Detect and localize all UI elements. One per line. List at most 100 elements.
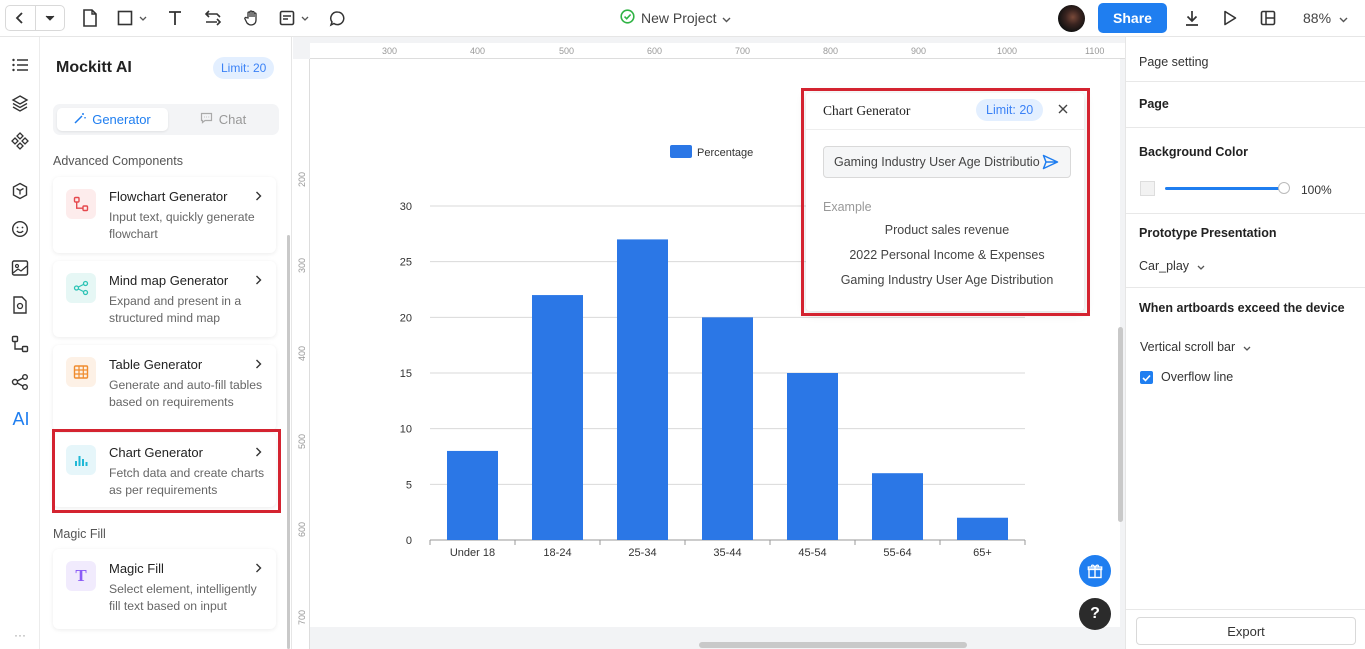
flowchart-icon (66, 189, 96, 219)
vertical-ruler: 200 300 400 500 600 700 (293, 59, 310, 649)
hand-tool-icon[interactable] (242, 8, 262, 28)
overflow-line-checkbox[interactable] (1140, 371, 1153, 384)
divider (1126, 127, 1365, 128)
components-icon[interactable] (10, 131, 30, 151)
section-magic-fill: Magic Fill (53, 527, 106, 541)
ruler-label: 900 (911, 46, 927, 56)
chevron-down-icon (722, 10, 731, 26)
ruler-label: 700 (297, 609, 307, 625)
ruler-label: 1000 (997, 46, 1018, 56)
ruler-label: 400 (297, 345, 307, 361)
card-chart-generator[interactable]: Chart Generator Fetch data and create ch… (53, 433, 276, 507)
divider (1126, 81, 1365, 82)
card-title: Mind map Generator (109, 273, 229, 288)
card-description: Input text, quickly generate flowchart (109, 210, 255, 241)
send-icon[interactable] (1042, 154, 1059, 173)
canvas-vertical-scrollbar[interactable] (1118, 327, 1123, 522)
ai-panel-scrollbar[interactable] (287, 235, 290, 649)
flow-icon[interactable] (10, 334, 30, 354)
shape-dropdown-icon[interactable] (136, 8, 150, 28)
limit-badge: Limit: 20 (213, 57, 275, 79)
avatar[interactable] (1058, 5, 1085, 32)
card-description: Generate and auto-fill tables based on r… (109, 378, 263, 409)
project-title-menu[interactable]: New Project (620, 9, 731, 27)
color-swatch[interactable] (1140, 181, 1155, 196)
section-advanced-components: Advanced Components (53, 154, 183, 168)
opacity-slider[interactable] (1165, 187, 1283, 190)
legend-label: Percentage (697, 147, 753, 159)
mindmap-icon[interactable] (10, 372, 30, 392)
tab-generator[interactable]: Generator (57, 108, 168, 131)
more-icon[interactable]: ··· (10, 625, 30, 645)
layout-panel-icon[interactable] (1258, 8, 1278, 28)
ruler-label: 600 (647, 46, 663, 56)
slider-handle[interactable] (1278, 182, 1290, 194)
x-tick-label: 45-54 (798, 547, 826, 559)
bar (447, 450, 498, 540)
card-table-generator[interactable]: Table Generator Generate and auto-fill t… (53, 345, 276, 431)
layers-icon[interactable] (10, 93, 30, 113)
limit-badge: Limit: 20 (976, 99, 1044, 121)
example-item[interactable]: Product sales revenue (806, 223, 1088, 237)
bar (617, 239, 668, 540)
magic-text-icon: T (66, 561, 96, 591)
card-magic-fill[interactable]: T Magic Fill Select element, intelligent… (53, 549, 276, 629)
left-rail: AI ··· (0, 37, 40, 649)
chevron-down-icon (1243, 339, 1251, 354)
card-flowchart-generator[interactable]: Flowchart Generator Input text, quickly … (53, 177, 276, 253)
x-tick-label: 25-34 (628, 547, 656, 559)
prototype-presentation-label: Prototype Presentation (1139, 226, 1277, 240)
chart-generator-popup: Chart Generator Limit: 20 Gaming Industr… (806, 93, 1084, 311)
x-tick-label: Under 18 (450, 547, 495, 559)
example-item[interactable]: Gaming Industry User Age Distribution (806, 273, 1088, 287)
card-mind-map-generator[interactable]: Mind map Generator Expand and present in… (53, 261, 276, 337)
ruler-label: 500 (559, 46, 575, 56)
divider (1126, 287, 1365, 288)
device-select[interactable]: Car_play (1139, 258, 1205, 273)
note-dropdown-icon[interactable] (298, 8, 312, 28)
ruler-label: 500 (297, 433, 307, 449)
gift-icon[interactable] (1079, 555, 1111, 587)
card-title: Flowchart Generator (109, 189, 228, 204)
y-tick-label: 0 (406, 535, 412, 547)
opacity-value: 100% (1301, 183, 1332, 197)
project-title: New Project (641, 10, 717, 26)
y-tick-label: 25 (400, 257, 412, 269)
ruler-label: 200 (297, 171, 307, 187)
download-icon[interactable] (1182, 8, 1202, 28)
history-dropdown-icon[interactable] (36, 6, 65, 30)
play-icon[interactable] (1220, 8, 1240, 28)
text-tool-icon[interactable] (165, 8, 185, 28)
scroll-behavior-select[interactable]: Vertical scroll bar (1140, 339, 1251, 354)
chevron-right-icon (255, 357, 262, 372)
x-tick-label: 18-24 (543, 547, 571, 559)
prompt-input[interactable]: Gaming Industry User Age Distributio (823, 146, 1071, 178)
properties-panel: Page setting Page Background Color 100% … (1125, 37, 1365, 649)
widgets-icon[interactable] (10, 181, 30, 201)
connector-tool-icon[interactable] (203, 8, 223, 28)
ruler-label: 300 (382, 46, 398, 56)
share-button[interactable]: Share (1098, 3, 1167, 33)
exceed-device-label: When artboards exceed the device (1139, 301, 1345, 315)
tab-chat[interactable]: Chat (171, 108, 275, 131)
close-icon[interactable] (1058, 101, 1068, 119)
zoom-level: 88% (1303, 10, 1332, 26)
ai-icon[interactable]: AI (11, 409, 31, 429)
page-icon[interactable] (80, 8, 100, 28)
comment-tool-icon[interactable] (327, 8, 347, 28)
outline-list-icon[interactable] (10, 55, 30, 75)
note-tool-icon[interactable] (277, 8, 297, 28)
back-icon[interactable] (6, 6, 36, 30)
help-icon[interactable]: ? (1079, 598, 1111, 630)
popup-title: Chart Generator (823, 103, 911, 118)
asset-file-icon[interactable] (10, 295, 30, 315)
rectangle-tool-icon[interactable] (115, 8, 135, 28)
image-icon[interactable] (10, 258, 30, 278)
card-description: Fetch data and create charts as per requ… (109, 466, 265, 497)
zoom-control[interactable]: 88% (1303, 10, 1348, 26)
canvas-horizontal-scrollbar[interactable] (699, 642, 967, 648)
export-button[interactable]: Export (1136, 617, 1356, 645)
example-item[interactable]: 2022 Personal Income & Expenses (806, 248, 1088, 262)
emoji-icon[interactable] (10, 219, 30, 239)
tab-generator-label: Generator (92, 112, 151, 127)
